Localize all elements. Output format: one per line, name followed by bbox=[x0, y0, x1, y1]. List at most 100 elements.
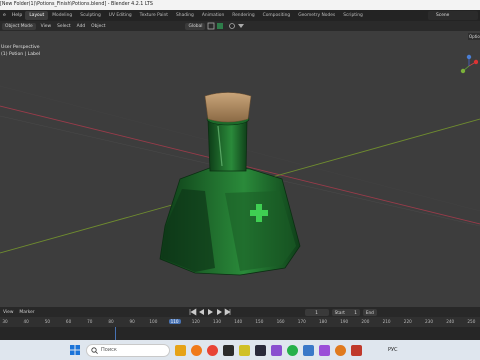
whatsapp-icon[interactable] bbox=[287, 344, 298, 356]
z-axis-icon[interactable] bbox=[466, 54, 472, 60]
snap-icon[interactable] bbox=[217, 23, 224, 29]
menu-object[interactable]: Object bbox=[88, 24, 108, 29]
scene-selector[interactable]: Scene bbox=[428, 11, 478, 20]
tab-uv-editing[interactable]: UV Editing bbox=[105, 11, 136, 20]
proportional-edit-icon[interactable] bbox=[229, 23, 236, 29]
terminal-icon[interactable] bbox=[223, 344, 234, 356]
menu-edit[interactable]: e bbox=[0, 13, 9, 18]
frame-tick-label: 200 bbox=[361, 319, 370, 324]
cork bbox=[204, 92, 252, 123]
frame-tick-label: 30 bbox=[2, 319, 8, 324]
timeline-menu-view[interactable]: View bbox=[0, 310, 16, 315]
frame-tick-label: 170 bbox=[297, 319, 306, 324]
end-label: End bbox=[365, 309, 374, 315]
taskbar-search-input[interactable]: Поиск bbox=[86, 343, 170, 357]
frame-tick-label: 240 bbox=[446, 319, 455, 324]
timeline-ruler[interactable]: 30 40 50 60 70 80 90 100 110 120 130 140 150 160 170 18… bbox=[0, 317, 480, 327]
menu-select[interactable]: Select bbox=[54, 24, 74, 29]
current-frame-field[interactable]: 1 bbox=[304, 308, 329, 316]
jump-end-icon[interactable] bbox=[224, 308, 231, 316]
menu-help[interactable]: Help bbox=[9, 13, 25, 18]
timeline-body[interactable] bbox=[0, 327, 480, 340]
chevron-down-icon[interactable] bbox=[238, 24, 245, 28]
sticky-notes-icon[interactable] bbox=[239, 344, 250, 356]
frame-tick-label: 130 bbox=[213, 319, 221, 324]
play-icon[interactable] bbox=[207, 309, 213, 315]
end-frame-field[interactable]: End bbox=[362, 308, 377, 316]
tab-geometry-nodes[interactable]: Geometry Nodes bbox=[294, 11, 339, 20]
frame-tick-label: 100 bbox=[149, 319, 158, 324]
menu-add[interactable]: Add bbox=[74, 24, 89, 29]
frame-tick-label: 120 bbox=[191, 319, 200, 324]
frame-tick-label: 90 bbox=[129, 319, 135, 324]
prev-keyframe-icon[interactable] bbox=[198, 309, 204, 315]
frame-tick-label: 140 bbox=[234, 319, 243, 324]
viewport-header: Object Mode View Select Add Object Globa… bbox=[0, 21, 480, 31]
3d-viewport[interactable]: User Perspective (1) Potion | Label Opti… bbox=[0, 31, 480, 307]
next-keyframe-icon[interactable] bbox=[216, 309, 222, 315]
windows-start-icon[interactable] bbox=[70, 345, 80, 355]
window-titlebar: [New Folder(1)\Potions_Finish\Potions.bl… bbox=[0, 0, 480, 10]
telegram-icon[interactable] bbox=[303, 344, 314, 356]
playback-controls[interactable] bbox=[188, 308, 232, 316]
tab-modeling[interactable]: Modeling bbox=[48, 11, 76, 20]
timeline-menu-marker[interactable]: Marker bbox=[16, 310, 37, 315]
menu-view[interactable]: View bbox=[38, 24, 54, 29]
frame-tick-label: 220 bbox=[403, 319, 412, 324]
top-menubar: e Help Layout Modeling Sculpting UV Edit… bbox=[0, 10, 480, 21]
tab-compositing[interactable]: Compositing bbox=[259, 11, 295, 20]
language-indicator[interactable]: РУС bbox=[388, 347, 398, 353]
jump-start-icon[interactable] bbox=[189, 308, 196, 316]
tab-rendering[interactable]: Rendering bbox=[228, 11, 258, 20]
firefox-icon[interactable] bbox=[191, 344, 202, 356]
transform-orientation-dropdown[interactable]: Global bbox=[185, 22, 206, 30]
visual-studio-icon[interactable] bbox=[319, 344, 330, 356]
tab-scripting[interactable]: Scripting bbox=[339, 11, 367, 20]
timeline-header: View Marker 1 Start 1 End bbox=[0, 307, 480, 317]
viewport-scene bbox=[0, 85, 480, 276]
photoshop-icon[interactable] bbox=[255, 344, 266, 356]
options-button[interactable]: Optio bbox=[468, 33, 480, 40]
frame-tick-label: 190 bbox=[340, 319, 349, 324]
chrome-icon[interactable] bbox=[207, 344, 218, 356]
tab-sculpting[interactable]: Sculpting bbox=[76, 11, 105, 20]
frame-tick-label: 150 bbox=[255, 319, 264, 324]
playhead[interactable] bbox=[115, 327, 116, 340]
y-axis-icon[interactable] bbox=[460, 68, 466, 74]
object-mode-dropdown[interactable]: Object Mode bbox=[2, 22, 36, 30]
windows-taskbar: Поиск РУС bbox=[0, 340, 480, 360]
frame-tick-label: 80 bbox=[108, 319, 114, 324]
scene-name: Scene bbox=[436, 13, 450, 18]
frame-tick-label: 60 bbox=[65, 319, 72, 324]
x-axis-icon[interactable] bbox=[473, 59, 478, 65]
perspective-label: User Perspective bbox=[1, 45, 40, 50]
navigation-gizmo[interactable] bbox=[460, 54, 478, 76]
file-explorer-icon[interactable] bbox=[175, 344, 186, 356]
search-icon bbox=[91, 346, 98, 354]
potion-bottle[interactable] bbox=[159, 92, 301, 276]
pivot-icon[interactable] bbox=[208, 22, 215, 30]
frame-tick-label: 50 bbox=[44, 319, 51, 324]
tab-texture-paint[interactable]: Texture Paint bbox=[136, 11, 172, 20]
frame-tick-label: 160 bbox=[276, 319, 285, 324]
blender-icon[interactable] bbox=[335, 344, 346, 356]
tab-layout[interactable]: Layout bbox=[25, 11, 49, 20]
frame-tick-label: 210 bbox=[382, 319, 391, 324]
start-value: 1 bbox=[354, 309, 357, 315]
frame-tick-label: 250 bbox=[467, 319, 476, 324]
window-title: [New Folder(1)\Potions_Finish\Potions.bl… bbox=[0, 2, 153, 7]
start-frame-field[interactable]: Start 1 bbox=[331, 308, 360, 316]
tab-shading[interactable]: Shading bbox=[172, 11, 198, 20]
frame-tick-label: 180 bbox=[319, 319, 327, 324]
bottle-neck bbox=[207, 118, 248, 172]
app-icon-2[interactable] bbox=[351, 344, 362, 356]
frame-tick-label: 110 bbox=[168, 319, 181, 324]
search-placeholder: Поиск bbox=[101, 346, 117, 353]
frame-tick-label: 70 bbox=[87, 319, 93, 324]
frame-tick-label: 230 bbox=[425, 319, 433, 324]
snap-tools-icons[interactable] bbox=[207, 22, 247, 30]
active-object-label: (1) Potion | Label bbox=[1, 52, 41, 57]
tab-animation[interactable]: Animation bbox=[198, 11, 228, 20]
start-label: Start bbox=[334, 309, 345, 315]
app-icon[interactable] bbox=[271, 344, 282, 356]
